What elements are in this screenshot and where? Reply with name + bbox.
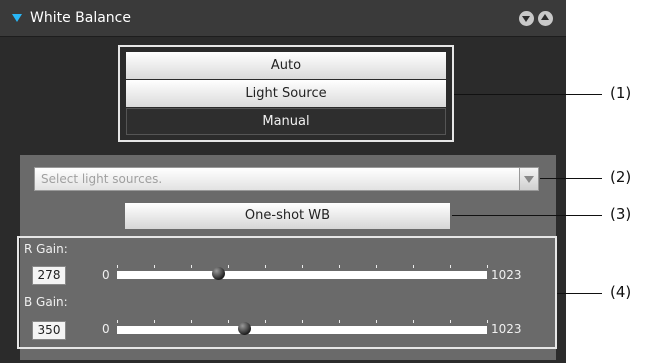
b-gain-value[interactable]: 350 xyxy=(32,321,66,340)
b-gain-slider[interactable] xyxy=(117,320,488,335)
b-gain-max: 1023 xyxy=(491,322,522,336)
mode-auto-button[interactable]: Auto xyxy=(126,52,446,79)
slider-tick xyxy=(117,320,118,323)
callout-line-4 xyxy=(557,293,602,294)
slider-tick xyxy=(265,265,266,268)
dropdown-arrow-icon[interactable] xyxy=(519,168,538,190)
r-gain-min: 0 xyxy=(102,268,110,282)
mode-selector: Auto Light Source Manual xyxy=(118,45,454,142)
callout-line-1 xyxy=(454,94,602,95)
slider-tick xyxy=(154,320,155,323)
slider-tick xyxy=(450,320,451,323)
callout-3: (3) xyxy=(610,205,632,223)
light-source-placeholder: Select light sources. xyxy=(41,172,163,186)
slider-tick xyxy=(339,320,340,323)
r-gain-max: 1023 xyxy=(491,268,522,282)
slider-tick xyxy=(413,265,414,268)
slider-tick xyxy=(302,320,303,323)
slider-tick xyxy=(191,265,192,268)
panel-header[interactable]: White Balance xyxy=(0,0,566,37)
slider-tick xyxy=(228,320,229,323)
slider-tick xyxy=(413,320,414,323)
mode-light-source-button[interactable]: Light Source xyxy=(126,80,446,107)
oneshot-wb-button[interactable]: One-shot WB xyxy=(125,203,450,229)
panel-title: White Balance xyxy=(30,10,131,26)
slider-tick xyxy=(376,320,377,323)
slider-tick xyxy=(376,265,377,268)
slider-tick xyxy=(154,265,155,268)
collapse-triangle-icon[interactable] xyxy=(12,14,22,22)
slider-tick xyxy=(191,320,192,323)
callout-4: (4) xyxy=(610,283,632,301)
move-up-icon[interactable] xyxy=(538,11,553,26)
mode-manual-button[interactable]: Manual xyxy=(126,108,446,135)
slider-tick xyxy=(487,265,488,268)
slider-tick xyxy=(117,265,118,268)
callout-line-2 xyxy=(540,178,602,179)
slider-tick xyxy=(228,265,229,268)
b-gain-min: 0 xyxy=(102,322,110,336)
slider-tick xyxy=(265,320,266,323)
move-down-icon[interactable] xyxy=(519,11,534,26)
slider-tick xyxy=(339,265,340,268)
light-source-select[interactable]: Select light sources. xyxy=(34,167,539,191)
b-gain-slider-thumb[interactable] xyxy=(237,322,251,335)
callout-1: (1) xyxy=(610,84,632,102)
b-gain-label: B Gain: xyxy=(24,295,68,309)
slider-tick xyxy=(302,265,303,268)
r-gain-label: R Gain: xyxy=(24,242,68,256)
r-gain-value[interactable]: 278 xyxy=(32,266,66,285)
white-balance-panel: White Balance Auto Light Source Manual S… xyxy=(0,0,566,363)
r-gain-slider[interactable] xyxy=(117,265,488,280)
slider-tick xyxy=(450,265,451,268)
callout-2: (2) xyxy=(610,168,632,186)
callout-line-3 xyxy=(452,215,602,216)
r-gain-slider-thumb[interactable] xyxy=(211,267,225,280)
slider-tick xyxy=(487,320,488,323)
